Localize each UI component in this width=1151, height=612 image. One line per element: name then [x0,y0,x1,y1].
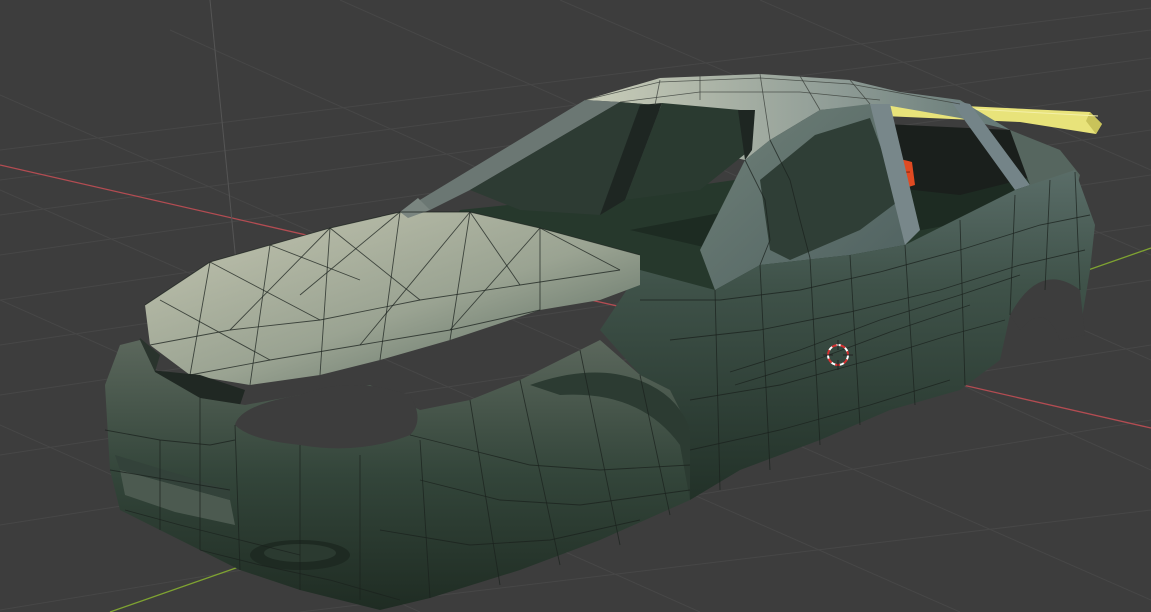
3d-viewport[interactable] [0,0,1151,612]
car-body[interactable] [104,73,1102,610]
viewport-canvas[interactable] [0,0,1151,612]
